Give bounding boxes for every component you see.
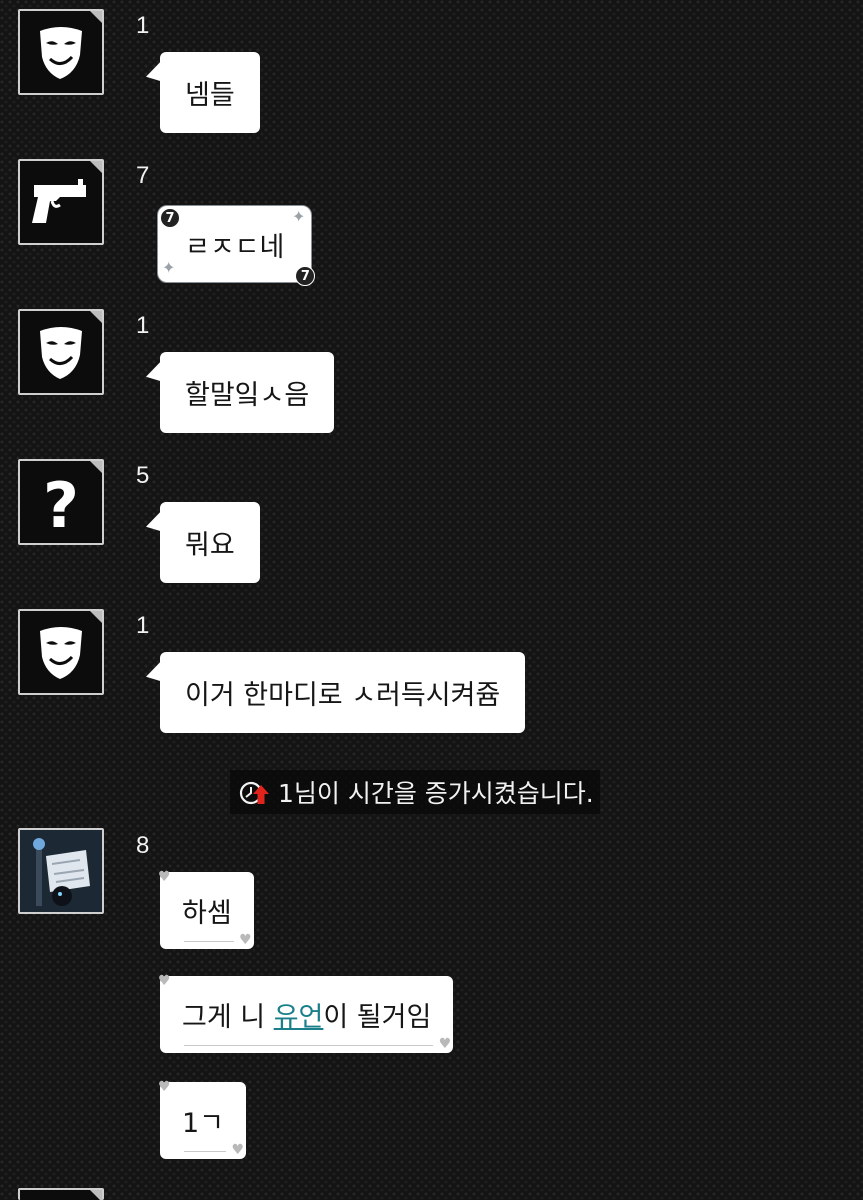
heart-icon: ♥: [239, 932, 252, 948]
chat-bubble-heart[interactable]: 그게 니 유언이 될거임 ♥ ♥: [158, 973, 454, 1053]
heart-icon: ♥: [438, 1036, 452, 1052]
sender-number: 1: [136, 12, 150, 39]
link-text[interactable]: 유언: [274, 1002, 324, 1033]
chat-bubble[interactable]: 넴들: [160, 52, 260, 133]
gun-icon: [32, 179, 86, 223]
sparkle-icon: ✦: [291, 207, 306, 226]
chat-bubble-decorated[interactable]: ㄹㅈㄷ네 7 7 ✦ ✦: [157, 205, 316, 286]
avatar[interactable]: [18, 609, 104, 695]
avatar[interactable]: [18, 9, 104, 95]
mask-icon: [40, 327, 82, 379]
seven-badge-icon: 7: [295, 266, 316, 286]
sender-number: 1: [136, 312, 150, 339]
clock-up-icon: [238, 777, 272, 807]
avatar[interactable]: [18, 828, 104, 914]
system-notice-text: 1님이 시간을 증가시켰습니다.: [278, 779, 594, 808]
system-notice: 1님이 시간을 증가시켰습니다.: [230, 770, 600, 814]
avatar[interactable]: [18, 1188, 104, 1200]
chat-bubble[interactable]: 할말잌ㅅ음: [160, 352, 335, 433]
mask-icon: [40, 627, 82, 679]
avatar-corner: [88, 1190, 102, 1200]
avatar[interactable]: [18, 159, 104, 245]
divider: [184, 941, 234, 942]
question-icon: ?: [43, 469, 79, 542]
message-text: 할말잌ㅅ음: [185, 380, 310, 411]
message-text: 그게 니 유언이 될거임: [182, 1002, 432, 1033]
heart-icon: ♥: [158, 973, 171, 989]
heart-icon: ♥: [231, 1142, 245, 1158]
chat-bubble[interactable]: 뭐요: [160, 502, 260, 583]
sparkle-icon: ✦: [162, 258, 176, 277]
seven-badge-icon: 7: [160, 208, 180, 228]
chat-bubble-heart[interactable]: 1ㄱ ♥ ♥: [158, 1079, 247, 1159]
sender-number: 5: [136, 462, 150, 489]
chat-bubble-heart[interactable]: 하셈 ♥ ♥: [158, 869, 254, 949]
message-text: 뭐요: [185, 530, 235, 561]
mask-icon: [40, 27, 82, 79]
sender-number: 7: [136, 162, 150, 189]
message-text: 넴들: [185, 80, 235, 111]
divider: [184, 1151, 227, 1152]
message-text: ㄹㅈㄷ네: [185, 231, 285, 263]
avatar[interactable]: ?: [18, 459, 104, 545]
heart-icon: ♥: [158, 1079, 171, 1095]
sender-number: 1: [136, 612, 150, 639]
message-text: 하셈: [182, 898, 232, 929]
message-text: 이거 한마디로 ㅅ러득시켜쥼: [185, 680, 501, 711]
svg-text:?: ?: [43, 469, 79, 542]
chat-bubble[interactable]: 이거 한마디로 ㅅ러득시켜쥼: [160, 652, 526, 733]
heart-icon: ♥: [158, 869, 171, 885]
divider: [184, 1045, 434, 1046]
avatar[interactable]: [18, 309, 104, 395]
message-text: 1ㄱ: [182, 1108, 225, 1139]
sender-number: 8: [136, 832, 150, 859]
character-icon: [20, 830, 102, 912]
